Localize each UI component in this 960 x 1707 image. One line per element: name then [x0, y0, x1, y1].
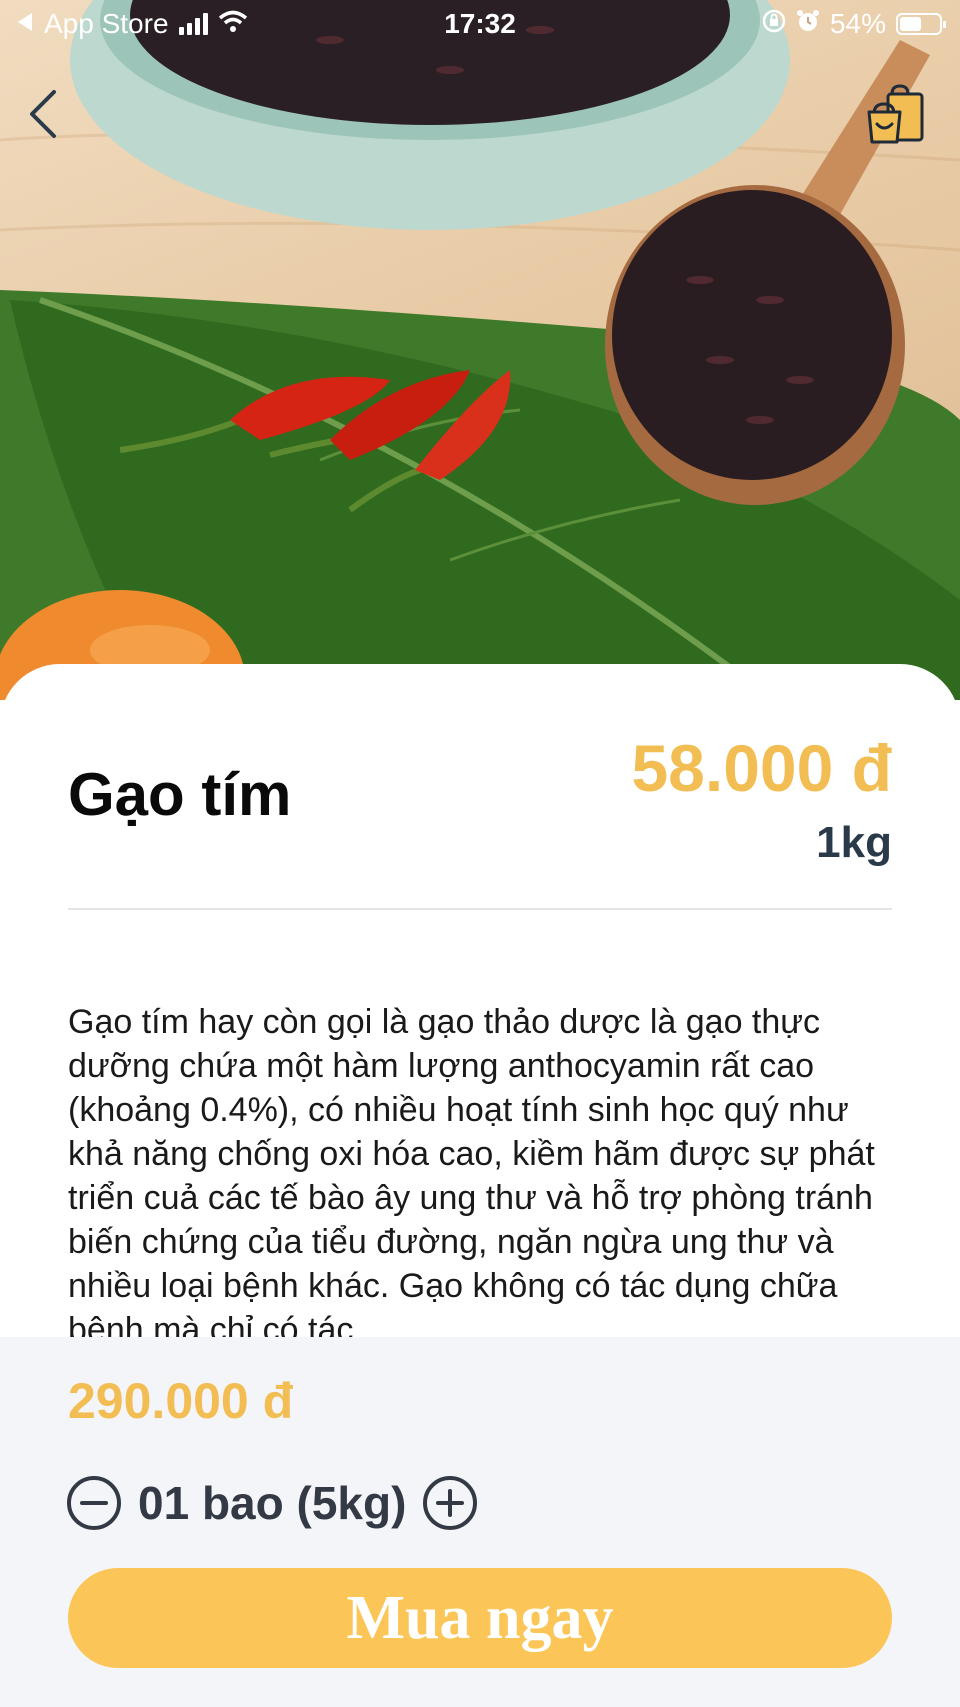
battery-icon	[896, 13, 946, 35]
product-unit: 1kg	[816, 818, 892, 867]
description-scroll-area[interactable]: Gạo tím hay còn gọi là gạo thảo dược là …	[68, 1000, 908, 1338]
divider	[68, 908, 892, 910]
battery-percent: 54%	[829, 8, 886, 39]
quantity-label: 01 bao (5kg)	[138, 1477, 407, 1529]
alarm-icon	[796, 8, 820, 40]
chevron-left-icon	[30, 90, 56, 138]
back-button[interactable]	[24, 84, 64, 144]
cart-button[interactable]	[866, 84, 928, 146]
plus-circle-icon	[423, 1476, 478, 1530]
product-photo	[0, 0, 960, 700]
total-price: 290.000 đ	[68, 1373, 294, 1429]
battery-level	[900, 17, 921, 31]
quantity-stepper: 01 bao (5kg)	[66, 1474, 478, 1532]
product-photo-illustration	[0, 0, 960, 700]
product-description: Gạo tím hay còn gọi là gạo thảo dược là …	[68, 1003, 875, 1338]
shopping-bags-icon	[867, 84, 924, 144]
status-bar: App Store 17:32 54%	[0, 0, 960, 48]
buy-now-button[interactable]: Mua ngay	[68, 1568, 892, 1668]
orientation-lock-icon	[762, 8, 786, 40]
minus-circle-icon	[67, 1476, 121, 1530]
product-name: Gạo tím	[68, 761, 292, 828]
decrease-quantity-button[interactable]	[66, 1475, 122, 1531]
increase-quantity-button[interactable]	[422, 1475, 478, 1531]
product-price: 58.000 đ	[631, 731, 892, 805]
